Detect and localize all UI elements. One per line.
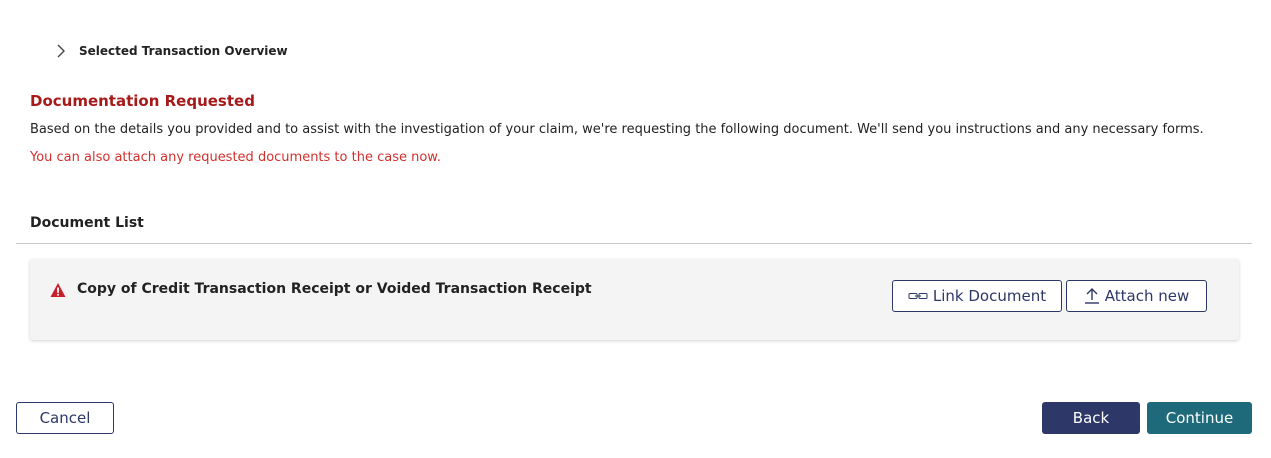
cancel-button[interactable]: Cancel <box>16 402 114 434</box>
link-icon <box>908 293 928 299</box>
continue-button[interactable]: Continue <box>1147 402 1252 434</box>
attach-new-label: Attach new <box>1104 287 1190 305</box>
documentation-title: Documentation Requested <box>30 92 255 110</box>
document-item: Copy of Credit Transaction Receipt or Vo… <box>30 259 1239 340</box>
documentation-description: Based on the details you provided and to… <box>30 122 1204 137</box>
back-button[interactable]: Back <box>1042 402 1140 434</box>
section-divider <box>16 243 1252 244</box>
document-name: Copy of Credit Transaction Receipt or Vo… <box>77 281 592 297</box>
transaction-overview-toggle[interactable]: Selected Transaction Overview <box>52 42 288 60</box>
upload-icon <box>1084 288 1099 304</box>
link-document-button[interactable]: Link Document <box>892 280 1062 312</box>
chevron-right-icon <box>57 44 65 58</box>
link-document-label: Link Document <box>932 287 1047 305</box>
attach-note: You can also attach any requested docume… <box>30 150 441 165</box>
attach-new-button[interactable]: Attach new <box>1066 280 1207 312</box>
warning-icon <box>50 283 66 297</box>
document-list-title: Document List <box>30 215 144 231</box>
transaction-overview-label: Selected Transaction Overview <box>79 44 288 58</box>
